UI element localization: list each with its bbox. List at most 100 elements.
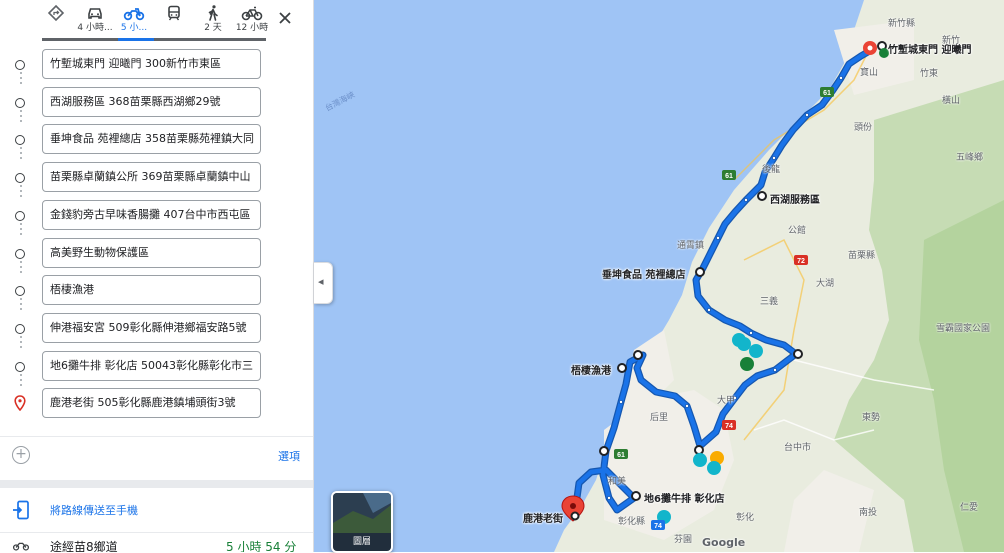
label-chuikun[interactable]: 垂坤食品 苑裡總店	[602, 266, 685, 281]
stop-row-destination: 鹿港老街 505彰化縣鹿港鎮埔頭街3號	[0, 388, 313, 422]
place-label: 寶山	[860, 68, 879, 78]
stop-input[interactable]: 地6攤牛排 彰化店 50043彰化縣彰化市三	[42, 351, 261, 381]
travel-mode-bar: 4 小時... 5 小... 2 天 12 小時	[0, 0, 313, 44]
connector-dots	[20, 223, 22, 238]
stop-input[interactable]: 竹塹城東門 迎曦門 300新竹市東區	[42, 49, 261, 79]
road-shield-label: 61	[725, 173, 733, 180]
send-to-phone-label: 將路線傳送至手機	[50, 504, 138, 517]
stop-dot-icon	[15, 98, 25, 108]
place-label: 雪霸國家公園	[936, 324, 991, 334]
place-label: 後龍	[762, 165, 781, 175]
place-label: 橫山	[942, 96, 961, 106]
place-label: 南投	[859, 508, 878, 518]
collapse-panel-button[interactable]: ◂	[314, 262, 333, 304]
stop-dot-icon	[15, 324, 25, 334]
place-label: 新竹縣	[888, 19, 916, 29]
chevron-left-icon: ◂	[318, 275, 324, 288]
place-label: 新竹	[942, 36, 961, 46]
route-via: 途經苗8鄉道	[50, 540, 118, 552]
mode-transit[interactable]	[156, 4, 192, 40]
mode-walk[interactable]: 2 天	[195, 4, 231, 40]
google-attribution: Google	[702, 536, 746, 549]
stop-row: 竹塹城東門 迎曦門 300新竹市東區	[0, 49, 313, 83]
add-destination-icon[interactable]: +	[12, 446, 30, 464]
layers-label: 圖層	[333, 533, 391, 551]
stop-row: 高美野生動物保護區	[0, 238, 313, 272]
connector-dots	[20, 261, 22, 276]
mode-motorcycle[interactable]: 5 小...	[116, 4, 152, 40]
connector-dots	[20, 185, 22, 200]
place-label: 東勢	[862, 413, 881, 423]
mode-best[interactable]	[38, 4, 74, 40]
connector-dots	[20, 110, 22, 125]
stop-row: 西湖服務區 368苗栗縣西湖鄉29號	[0, 87, 313, 121]
stop-input[interactable]: 苗栗縣卓蘭鎮公所 369苗栗縣卓蘭鎮中山	[42, 162, 261, 192]
stop-dot-icon	[15, 60, 25, 70]
connector-dots	[20, 72, 22, 87]
stop-dot-icon	[15, 173, 25, 183]
stop-input[interactable]: 梧棲漁港	[42, 275, 261, 305]
bicycle-icon	[241, 6, 263, 21]
diamond-route-icon	[47, 4, 65, 22]
label-wuqi[interactable]: 梧棲漁港	[571, 362, 611, 377]
destination-pin-icon	[14, 395, 26, 411]
label-lukang[interactable]: 鹿港老街	[523, 510, 563, 525]
mode-underline	[42, 38, 266, 41]
place-label: 大湖	[816, 279, 835, 289]
label-xihu[interactable]: 西湖服務區	[770, 191, 820, 206]
road-shield-label: 72	[797, 258, 805, 265]
connector-dots	[20, 298, 22, 313]
stop-input[interactable]: 高美野生動物保護區	[42, 238, 261, 268]
mode-active-indicator	[118, 38, 154, 41]
stop-row: 地6攤牛排 彰化店 50043彰化縣彰化市三	[0, 351, 313, 385]
send-to-phone-row[interactable]: 將路線傳送至手機	[0, 480, 313, 534]
stop-input[interactable]: 金錢豹旁古早味香腸攤 407台中市西屯區	[42, 200, 261, 230]
map-canvas[interactable]: 61 61 61 72 74 74 台灣海峽 竹塹城東門 迎曦門 西湖服務區 垂…	[314, 0, 1004, 552]
close-icon[interactable]	[276, 9, 294, 27]
place-label: 彰化縣	[618, 517, 646, 527]
stop-dot-icon	[15, 249, 25, 259]
add-destination-row: + 選項	[0, 436, 313, 473]
options-link[interactable]: 選項	[278, 448, 300, 464]
stop-input[interactable]: 西湖服務區 368苗栗縣西湖鄉29號	[42, 87, 261, 117]
road-shield-label: 74	[654, 523, 662, 530]
destination-input[interactable]: 鹿港老街 505彰化縣鹿港鎮埔頭街3號	[42, 388, 261, 418]
layers-button[interactable]: 圖層	[331, 491, 393, 553]
place-label: 通霄鎮	[677, 241, 705, 251]
walk-icon	[208, 5, 218, 21]
stop-input[interactable]: 伸港福安宮 509彰化縣伸港鄉福安路5號	[42, 313, 261, 343]
car-icon	[88, 8, 102, 19]
motorcycle-icon	[123, 8, 145, 21]
road-shield-label: 74	[725, 423, 733, 430]
stop-row: 苗栗縣卓蘭鎮公所 369苗栗縣卓蘭鎮中山	[0, 162, 313, 196]
place-label: 芬園	[674, 535, 693, 545]
stop-dot-icon	[15, 135, 25, 145]
stop-row: 伸港福安宮 509彰化縣伸港鄉福安路5號	[0, 313, 313, 347]
mode-walk-label: 2 天	[204, 23, 222, 33]
route-summary-row[interactable]: 途經苗8鄉道 5 小時 54 分	[0, 532, 313, 552]
place-label: 后里	[650, 413, 669, 423]
place-label: 五峰鄉	[956, 153, 984, 163]
place-label: 大甲	[717, 396, 736, 406]
motorcycle-route-icon	[12, 542, 30, 551]
place-label: 苗栗縣	[848, 251, 876, 261]
place-label: 竹東	[920, 69, 939, 79]
stop-dot-icon	[15, 286, 25, 296]
connector-dots	[20, 147, 22, 162]
mode-motorcycle-label: 5 小...	[120, 23, 148, 33]
road-shield-label: 61	[823, 90, 831, 97]
connector-dots	[20, 374, 22, 389]
place-label: 彰化	[736, 513, 755, 523]
mode-bicycle[interactable]: 12 小時	[234, 4, 270, 40]
stop-row: 梧棲漁港	[0, 275, 313, 309]
directions-panel: 4 小時... 5 小... 2 天 12 小時 竹塹城東門 迎曦門 300新竹…	[0, 0, 314, 552]
route-duration: 5 小時 54 分	[226, 540, 297, 552]
stop-row: 金錢豹旁古早味香腸攤 407台中市西屯區	[0, 200, 313, 234]
stop-dot-icon	[15, 211, 25, 221]
label-steak[interactable]: 地6攤牛排 彰化店	[644, 490, 724, 505]
mode-car[interactable]: 4 小時...	[77, 4, 113, 40]
satellite-thumbnail	[333, 493, 391, 533]
place-label: 仁愛	[960, 503, 979, 513]
place-label: 和美	[608, 477, 627, 487]
stop-input[interactable]: 垂坤食品 苑裡總店 358苗栗縣苑裡鎮大同	[42, 124, 261, 154]
